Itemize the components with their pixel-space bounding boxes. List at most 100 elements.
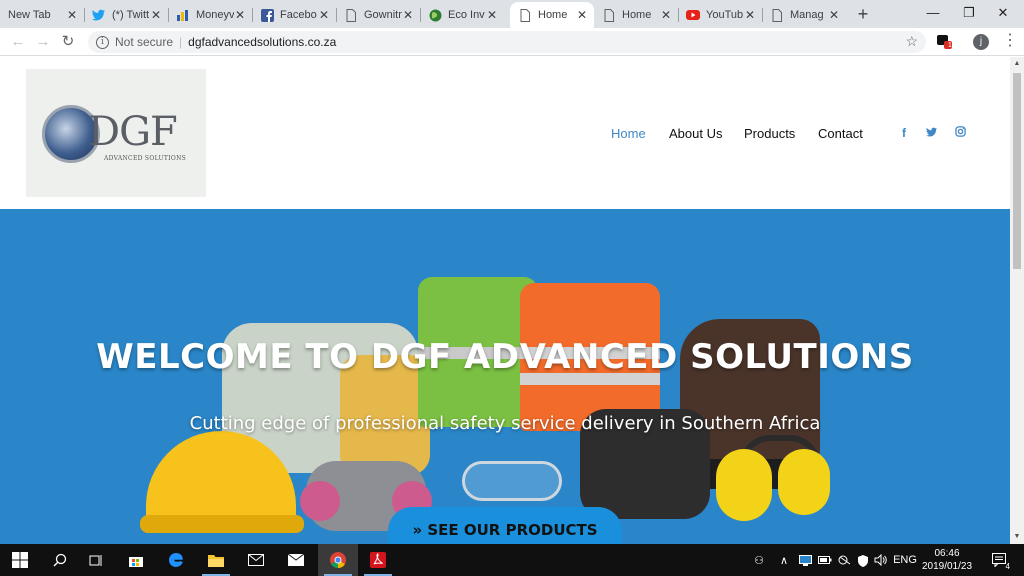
tab-title: Manag — [790, 9, 824, 21]
tab-gownitr[interactable]: Gownitr ✕ — [336, 2, 420, 28]
facebook-icon[interactable]: f — [897, 126, 911, 140]
hero-subtitle: Cutting edge of professional safety serv… — [189, 413, 821, 434]
tab-close-icon[interactable]: ✕ — [660, 8, 672, 22]
tray-expand-chevron-icon[interactable]: ∧ — [776, 544, 792, 576]
tab-manage[interactable]: Manag ✕ — [762, 2, 846, 28]
earmuff-right-image — [778, 449, 830, 515]
nav-contact[interactable]: Contact — [818, 126, 863, 141]
security-label: Not secure — [115, 35, 174, 49]
page-viewport: DGF ADVANCED SOLUTIONS Home About Us Pro… — [0, 57, 1010, 544]
task-view-icon[interactable] — [76, 544, 116, 576]
onedrive-icon[interactable] — [836, 544, 854, 576]
instagram-icon[interactable] — [953, 126, 967, 140]
search-icon[interactable] — [40, 544, 80, 576]
tab-close-icon[interactable]: ✕ — [318, 8, 330, 22]
see-our-products-button[interactable]: » SEE OUR PRODUCTS — [388, 507, 622, 544]
browser-toolbar: ← → ↻ i Not secure | dgfadvancedsolution… — [0, 28, 1024, 56]
page-icon — [602, 8, 616, 22]
start-button[interactable] — [0, 544, 40, 576]
url-text[interactable]: dgfadvancedsolutions.co.za — [188, 35, 336, 49]
new-tab-button[interactable]: + — [852, 4, 874, 24]
scrollbar-thumb[interactable] — [1013, 73, 1021, 269]
safety-goggles-image — [462, 461, 562, 501]
tab-home-active[interactable]: Home ✕ — [510, 2, 594, 28]
back-button[interactable]: ← — [8, 32, 28, 52]
tab-close-icon[interactable]: ✕ — [828, 8, 840, 22]
tab-twitter[interactable]: (*) Twitt ✕ — [84, 2, 168, 28]
store-icon[interactable] — [116, 544, 156, 576]
scroll-down-icon[interactable]: ▼ — [1010, 530, 1024, 544]
tab-eco-inv[interactable]: Eco Inv ✕ — [420, 2, 504, 28]
page-icon — [518, 8, 532, 22]
page-icon — [770, 8, 784, 22]
extension-badge-count: 1 — [948, 42, 952, 49]
profile-avatar[interactable]: j — [973, 34, 989, 50]
respirator-filter-left — [300, 481, 340, 521]
tab-close-icon[interactable]: ✕ — [576, 8, 588, 22]
edge-icon[interactable] — [156, 544, 196, 576]
forward-button[interactable]: → — [33, 32, 53, 52]
chart-icon — [176, 8, 190, 22]
tab-facebook[interactable]: Facebo ✕ — [252, 2, 336, 28]
tab-close-icon[interactable]: ✕ — [402, 8, 414, 22]
people-icon[interactable]: ⚇ — [748, 544, 770, 576]
logo-sub-text: ADVANCED SOLUTIONS — [104, 155, 187, 162]
tab-moneyweb[interactable]: Moneyv ✕ — [168, 2, 252, 28]
address-bar[interactable]: i Not secure | dgfadvancedsolutions.co.z… — [88, 31, 926, 53]
clock-time: 06:46 — [934, 548, 960, 559]
tab-title: New Tab — [8, 9, 51, 21]
tab-title: Gownitr — [364, 9, 402, 21]
mail-icon[interactable] — [236, 544, 276, 576]
security-shield-icon[interactable] — [854, 544, 872, 576]
site-logo[interactable]: DGF ADVANCED SOLUTIONS — [26, 69, 206, 197]
page-icon — [344, 8, 358, 22]
nav-home[interactable]: Home — [611, 126, 646, 141]
tab-title: (*) Twitt — [112, 9, 150, 21]
tab-title: Eco Inv — [448, 9, 485, 21]
chrome-icon[interactable] — [318, 544, 358, 576]
tab-title: YouTub — [706, 9, 744, 21]
windows-taskbar: ⚇ ∧ ENG 06:46 2019/01/23 4 — [0, 544, 1024, 576]
system-clock[interactable]: 06:46 2019/01/23 — [912, 547, 982, 573]
twitter-icon — [92, 8, 106, 22]
earmuff-left-image — [716, 449, 772, 521]
acrobat-icon[interactable] — [358, 544, 398, 576]
tab-close-icon[interactable]: ✕ — [66, 8, 78, 22]
battery-icon[interactable] — [816, 544, 834, 576]
tab-home[interactable]: Home ✕ — [594, 2, 678, 28]
close-window-button[interactable]: ✕ — [980, 0, 1024, 28]
globe-icon — [428, 8, 442, 22]
file-explorer-icon[interactable] — [196, 544, 236, 576]
bookmark-star-icon[interactable]: ☆ — [905, 33, 918, 50]
info-icon[interactable]: i — [96, 35, 109, 49]
tab-youtube[interactable]: YouTub ✕ — [678, 2, 762, 28]
tab-title: Facebo — [280, 9, 317, 21]
tab-close-icon[interactable]: ✕ — [150, 8, 162, 22]
tab-close-icon[interactable]: ✕ — [234, 8, 246, 22]
tab-title: Home — [622, 9, 652, 21]
clock-date: 2019/01/23 — [921, 561, 973, 572]
browser-menu-icon[interactable]: ⋮ — [1002, 33, 1018, 49]
page-scrollbar[interactable]: ▲ ▼ — [1010, 57, 1024, 544]
site-header: DGF ADVANCED SOLUTIONS Home About Us Pro… — [0, 57, 1010, 209]
notifications-icon[interactable]: 4 — [986, 544, 1014, 576]
tab-title: Home — [538, 9, 568, 21]
facebook-icon — [260, 8, 274, 22]
tab-close-icon[interactable]: ✕ — [744, 8, 756, 22]
network-tray-icon[interactable] — [796, 544, 814, 576]
tab-new-tab[interactable]: New Tab ✕ — [0, 2, 84, 28]
youtube-icon — [686, 8, 700, 22]
notification-count: 4 — [1005, 562, 1010, 571]
logo-main-text: DGF — [88, 109, 178, 155]
volume-icon[interactable] — [872, 544, 890, 576]
tab-close-icon[interactable]: ✕ — [486, 8, 498, 22]
mail-app-icon[interactable] — [276, 544, 316, 576]
tab-title: Moneyv — [196, 9, 234, 21]
hero-title: WELCOME TO DGF ADVANCED SOLUTIONS — [96, 337, 914, 377]
nav-about-us[interactable]: About Us — [669, 126, 722, 141]
scroll-up-icon[interactable]: ▲ — [1010, 57, 1024, 71]
twitter-icon[interactable] — [925, 126, 939, 140]
nav-products[interactable]: Products — [744, 126, 795, 141]
reload-button[interactable]: ↻ — [58, 32, 78, 52]
address-separator: | — [179, 35, 183, 49]
